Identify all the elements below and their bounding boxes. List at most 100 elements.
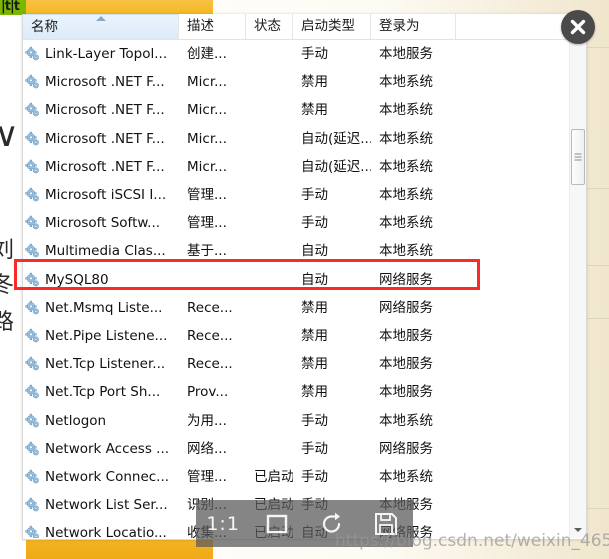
- table-row[interactable]: Netlogon 为用... 手动 本地系统: [23, 406, 586, 434]
- cell-name: Netlogon: [23, 407, 179, 435]
- table-row[interactable]: Network Access ... 网络... 手动 网络服务: [23, 435, 586, 463]
- cell-logon: 本地系统: [379, 187, 433, 204]
- cell-name: Net.Tcp Listener...: [23, 350, 179, 378]
- services-column-header: 名称 描述 状态 启动类型 登录为: [23, 14, 586, 40]
- cell-name: Microsoft iSCSI I...: [23, 181, 179, 209]
- cell-name: Net.Tcp Port Sh...: [23, 378, 179, 406]
- cell-logon: 本地服务: [379, 356, 433, 373]
- service-gear-icon: [25, 131, 39, 146]
- cell-desc: 基于...: [187, 243, 227, 260]
- cell-start: 自动(延迟...: [301, 130, 371, 147]
- cell-logon: 本地系统: [379, 74, 433, 91]
- cell-start: 禁用: [301, 299, 328, 316]
- close-icon: [570, 19, 586, 35]
- service-gear-icon: [25, 356, 39, 371]
- cell-logon: 本地系统: [379, 130, 433, 147]
- background-green-tab: |t|t: [0, 0, 26, 15]
- table-row[interactable]: Net.Msmq Liste... Rece... 禁用 网络服务: [23, 294, 586, 322]
- table-row[interactable]: Microsoft iSCSI I... 管理... 手动 本地系统: [23, 181, 586, 209]
- cell-name: Microsoft Softw...: [23, 209, 179, 237]
- column-header-name[interactable]: 名称: [23, 14, 179, 39]
- column-header-state[interactable]: 状态: [246, 14, 293, 39]
- service-gear-icon: [25, 103, 39, 117]
- cell-name: Multimedia Clas...: [23, 237, 179, 265]
- cell-logon: 本地服务: [379, 384, 433, 401]
- grip-lines-icon: [574, 153, 582, 161]
- cell-logon: 本地系统: [379, 158, 433, 175]
- service-gear-icon: [25, 469, 39, 484]
- table-row[interactable]: Net.Tcp Port Sh... Prov... 禁用 本地服务: [23, 378, 586, 406]
- actual-size-button[interactable]: 1:1: [196, 513, 250, 535]
- service-gear-icon: [25, 300, 39, 315]
- background-orange-bar-top: [26, 0, 213, 15]
- service-gear-icon: [25, 497, 39, 512]
- cell-name: MySQL80: [23, 266, 179, 294]
- cell-desc: Rece...: [187, 299, 233, 316]
- cell-logon: 本地服务: [379, 327, 433, 344]
- background-glyph-1: 刘: [0, 238, 15, 263]
- cell-logon: 网络服务: [379, 271, 433, 288]
- sort-ascending-arrow-icon: [95, 16, 106, 21]
- table-row[interactable]: Microsoft .NET F... Micr... 禁用 本地系统: [23, 96, 586, 124]
- column-header-name-label: 名称: [31, 19, 58, 35]
- column-header-startup-type[interactable]: 启动类型: [293, 14, 371, 39]
- cell-desc: 管理...: [187, 187, 227, 204]
- table-row[interactable]: Microsoft Softw... 管理... 手动 本地系统: [23, 209, 586, 237]
- service-gear-icon: [25, 413, 39, 427]
- cell-name: Microsoft .NET F...: [23, 153, 179, 181]
- cell-desc: Rece...: [187, 327, 233, 344]
- cell-name: Microsoft .NET F...: [23, 125, 179, 153]
- cell-desc: Micr...: [187, 130, 228, 147]
- cell-start: 手动: [301, 440, 328, 457]
- cell-name: Network Access ...: [23, 435, 179, 463]
- cell-desc: 创建...: [187, 46, 227, 63]
- service-gear-icon: [25, 272, 39, 286]
- cell-start: 禁用: [301, 356, 328, 373]
- cell-logon: 本地系统: [379, 412, 433, 429]
- background-glyph-3: 路: [0, 310, 15, 335]
- cell-desc: 为用...: [187, 412, 227, 429]
- cell-desc: 网络...: [187, 440, 227, 457]
- cell-name: Link-Layer Topol...: [23, 40, 179, 68]
- table-row[interactable]: Multimedia Clas... 基于... 自动 本地系统: [23, 237, 586, 265]
- cell-start: 禁用: [301, 384, 328, 401]
- cell-start: 手动: [301, 46, 328, 63]
- page-backdrop: |t|t ∨ 刘 冬 路 名称 描述 状态 启动类型 登录为 Link-Laye…: [0, 0, 609, 559]
- cell-start: 手动: [301, 215, 328, 232]
- cell-start: 禁用: [301, 102, 328, 119]
- table-row[interactable]: Microsoft .NET F... Micr... 自动(延迟... 本地系统: [23, 153, 586, 181]
- fit-window-button[interactable]: [250, 512, 304, 536]
- cell-logon: 网络服务: [379, 299, 433, 316]
- cell-state: 已启动: [254, 468, 293, 485]
- cell-desc: 管理...: [187, 468, 227, 485]
- table-row[interactable]: Link-Layer Topol... 创建... 手动 本地服务: [23, 40, 586, 68]
- service-gear-icon: [25, 75, 39, 89]
- cell-desc: Micr...: [187, 102, 228, 119]
- table-row[interactable]: Net.Tcp Listener... Rece... 禁用 本地服务: [23, 350, 586, 378]
- vertical-scrollbar[interactable]: [569, 40, 586, 538]
- services-list-body[interactable]: Link-Layer Topol... 创建... 手动 本地服务 Microsoft…: [23, 40, 586, 538]
- cell-desc: Micr...: [187, 74, 228, 91]
- cell-start: 手动: [301, 468, 328, 485]
- scrollbar-thumb[interactable]: [571, 129, 585, 185]
- close-button[interactable]: [561, 10, 595, 44]
- cell-start: 禁用: [301, 74, 328, 91]
- column-header-log-on-as[interactable]: 登录为: [371, 14, 456, 39]
- cell-desc: Rece...: [187, 356, 233, 373]
- table-row[interactable]: MySQL80 自动 网络服务: [23, 266, 586, 294]
- table-row[interactable]: Microsoft .NET F... Micr... 自动(延迟... 本地系统: [23, 125, 586, 153]
- cell-start: 自动: [301, 243, 328, 260]
- service-gear-icon: [25, 187, 39, 202]
- table-row[interactable]: Net.Pipe Listene... Rece... 禁用 本地服务: [23, 322, 586, 350]
- services-list-window: 名称 描述 状态 启动类型 登录为 Link-Layer Topol... 创建.…: [22, 14, 587, 540]
- cell-start: 手动: [301, 412, 328, 429]
- table-row[interactable]: Network Connec... 管理... 已启动 手动 本地系统: [23, 463, 586, 491]
- cell-logon: 本地系统: [379, 102, 433, 119]
- column-header-description[interactable]: 描述: [179, 14, 246, 39]
- table-row[interactable]: Microsoft .NET F... Micr... 禁用 本地系统: [23, 68, 586, 96]
- cell-name: Network Locatio...: [23, 519, 179, 538]
- background-glyph-2: 冬: [0, 273, 15, 298]
- cell-name: Microsoft .NET F...: [23, 68, 179, 96]
- cell-logon: 本地系统: [379, 468, 433, 485]
- cell-logon: 网络服务: [379, 440, 433, 457]
